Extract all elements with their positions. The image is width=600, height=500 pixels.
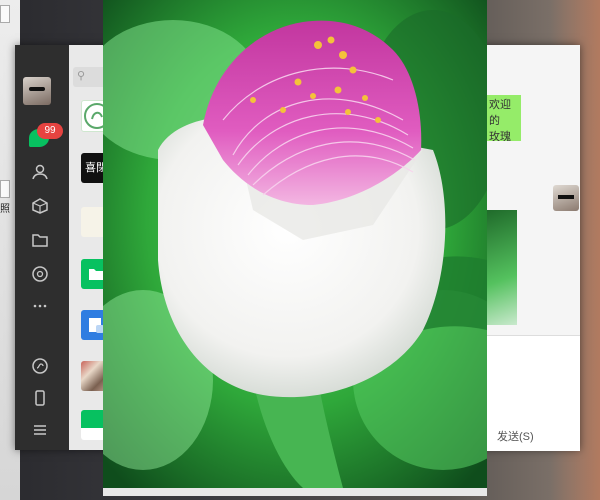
more-icon[interactable]: [31, 297, 49, 315]
flower-photo: [103, 0, 487, 488]
image-message[interactable]: [485, 210, 517, 325]
mini-program-icon[interactable]: [31, 357, 49, 375]
desktop-file-icon[interactable]: [0, 5, 10, 23]
chat-conversation: 欢迎的 玫瑰 发送(S): [485, 45, 580, 451]
favorites-icon[interactable]: [31, 197, 49, 215]
moments-icon[interactable]: [31, 265, 49, 283]
desktop-file-icon[interactable]: [0, 180, 10, 198]
message-input[interactable]: 发送(S): [485, 335, 580, 451]
unread-badge: 99: [37, 123, 63, 139]
files-icon[interactable]: [31, 231, 49, 249]
photo-viewer: [103, 0, 487, 496]
contacts-icon[interactable]: [31, 163, 49, 181]
search-icon: ⚲: [77, 70, 86, 82]
wechat-sidebar: 99: [15, 45, 69, 450]
phone-icon[interactable]: [31, 389, 49, 407]
desktop-label: 照: [0, 204, 10, 215]
send-button[interactable]: 发送(S): [497, 428, 534, 444]
message-text: 欢迎的 玫瑰: [489, 99, 511, 141]
avatar[interactable]: [553, 185, 579, 211]
avatar[interactable]: [23, 77, 51, 105]
menu-icon[interactable]: [31, 421, 49, 439]
message-bubble: 欢迎的 玫瑰: [485, 95, 521, 141]
